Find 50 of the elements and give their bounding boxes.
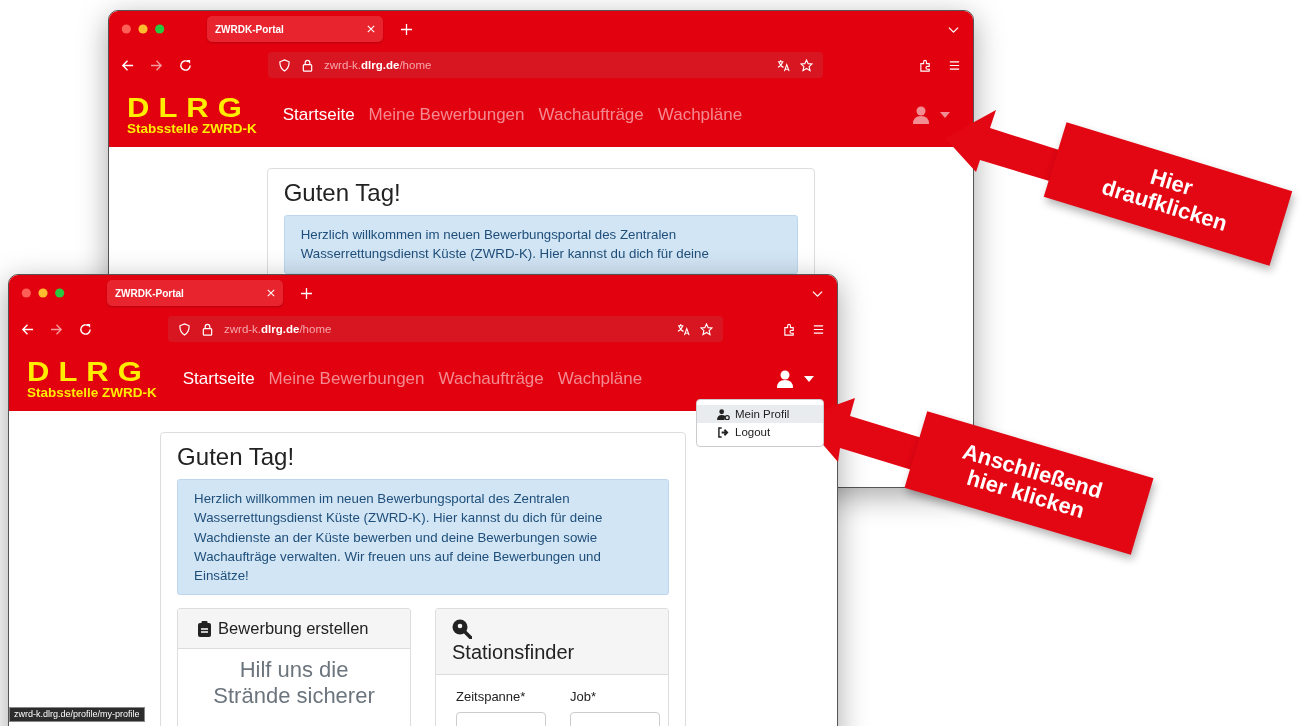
caret-icon bbox=[939, 111, 951, 119]
shield-icon bbox=[278, 58, 291, 72]
info-alert: Herzlich willkommen im neuen Bewerbungsportal des Zentralen Wasserrettungsdienst Küste (ZWRD-K). Hier kannst du dich für deine bbox=[283, 215, 799, 274]
url-text: zwrd-k.dlrg.de/home bbox=[224, 323, 332, 335]
page-heading: Guten Tag! bbox=[283, 179, 402, 207]
status-url-tooltip: zwrd-k.dlrg.de/profile/my-profile bbox=[9, 707, 145, 722]
logout-icon bbox=[717, 426, 730, 438]
field-label: Job* bbox=[570, 689, 597, 705]
browser-tab[interactable]: ZWRDK-Portal bbox=[107, 280, 283, 306]
menu-item[interactable]: Mein Profil bbox=[697, 405, 823, 423]
panel-title: Stationsfinder bbox=[452, 641, 575, 665]
translate-icon[interactable] bbox=[777, 58, 790, 72]
close-icon[interactable] bbox=[367, 25, 375, 33]
close-icon[interactable] bbox=[267, 289, 275, 297]
plus-icon[interactable] bbox=[401, 23, 412, 35]
star-icon[interactable] bbox=[800, 58, 813, 72]
back-arrow-icon[interactable] bbox=[21, 322, 34, 336]
window-controls-icon[interactable] bbox=[21, 288, 65, 298]
shield-icon bbox=[178, 322, 191, 336]
window-controls-icon[interactable] bbox=[121, 24, 165, 34]
clipboard-icon bbox=[198, 621, 212, 637]
field-label: Zeitspanne* bbox=[456, 689, 527, 705]
logo[interactable]: DLRG Stabsstelle ZWRD-K bbox=[27, 358, 157, 400]
lock-icon bbox=[301, 58, 314, 72]
star-icon[interactable] bbox=[700, 322, 713, 336]
url-text: zwrd-k.dlrg.de/home bbox=[324, 59, 432, 71]
menu-icon[interactable] bbox=[948, 58, 961, 72]
nav-link[interactable]: Startseite bbox=[182, 369, 255, 389]
user-gear-icon bbox=[717, 408, 730, 420]
panel-title: Bewerbung erstellen bbox=[218, 619, 369, 639]
user-menu-button[interactable] bbox=[777, 370, 815, 388]
search-location-icon bbox=[452, 619, 472, 640]
plus-icon[interactable] bbox=[301, 287, 312, 299]
menu-icon[interactable] bbox=[812, 322, 825, 336]
page-heading: Guten Tag! bbox=[177, 443, 296, 471]
info-alert: Herzlich willkommen im neuen Bewerbungsportal des Zentralen Wasserrettungsdienst Küste (ZWRD-K). Hier kannst du dich für deine Wachdienste an der Küste bewerben und deine Bewerbungen sowie Wachaufträge verwalten. Wir freuen uns auf deine Bewerbungen und Einsätze! bbox=[177, 479, 669, 596]
back-arrow-icon[interactable] bbox=[121, 58, 134, 72]
reload-icon[interactable] bbox=[79, 322, 92, 336]
translate-icon[interactable] bbox=[677, 322, 690, 336]
reload-icon[interactable] bbox=[179, 58, 192, 72]
call-to-action-text: Hilf uns die Strände sicherer bbox=[212, 657, 376, 710]
extensions-icon[interactable] bbox=[919, 58, 932, 72]
extensions-icon[interactable] bbox=[783, 322, 796, 336]
nav-link[interactable]: Startseite bbox=[282, 105, 355, 125]
logo[interactable]: DLRG Stabsstelle ZWRD-K bbox=[127, 94, 257, 136]
caret-icon bbox=[803, 375, 815, 383]
browser-tab[interactable]: ZWRDK-Portal bbox=[207, 16, 383, 42]
address-bar[interactable]: zwrd-k.dlrg.de/home bbox=[168, 316, 723, 342]
address-bar[interactable]: zwrd-k.dlrg.de/home bbox=[268, 52, 823, 78]
lock-icon bbox=[201, 322, 214, 336]
